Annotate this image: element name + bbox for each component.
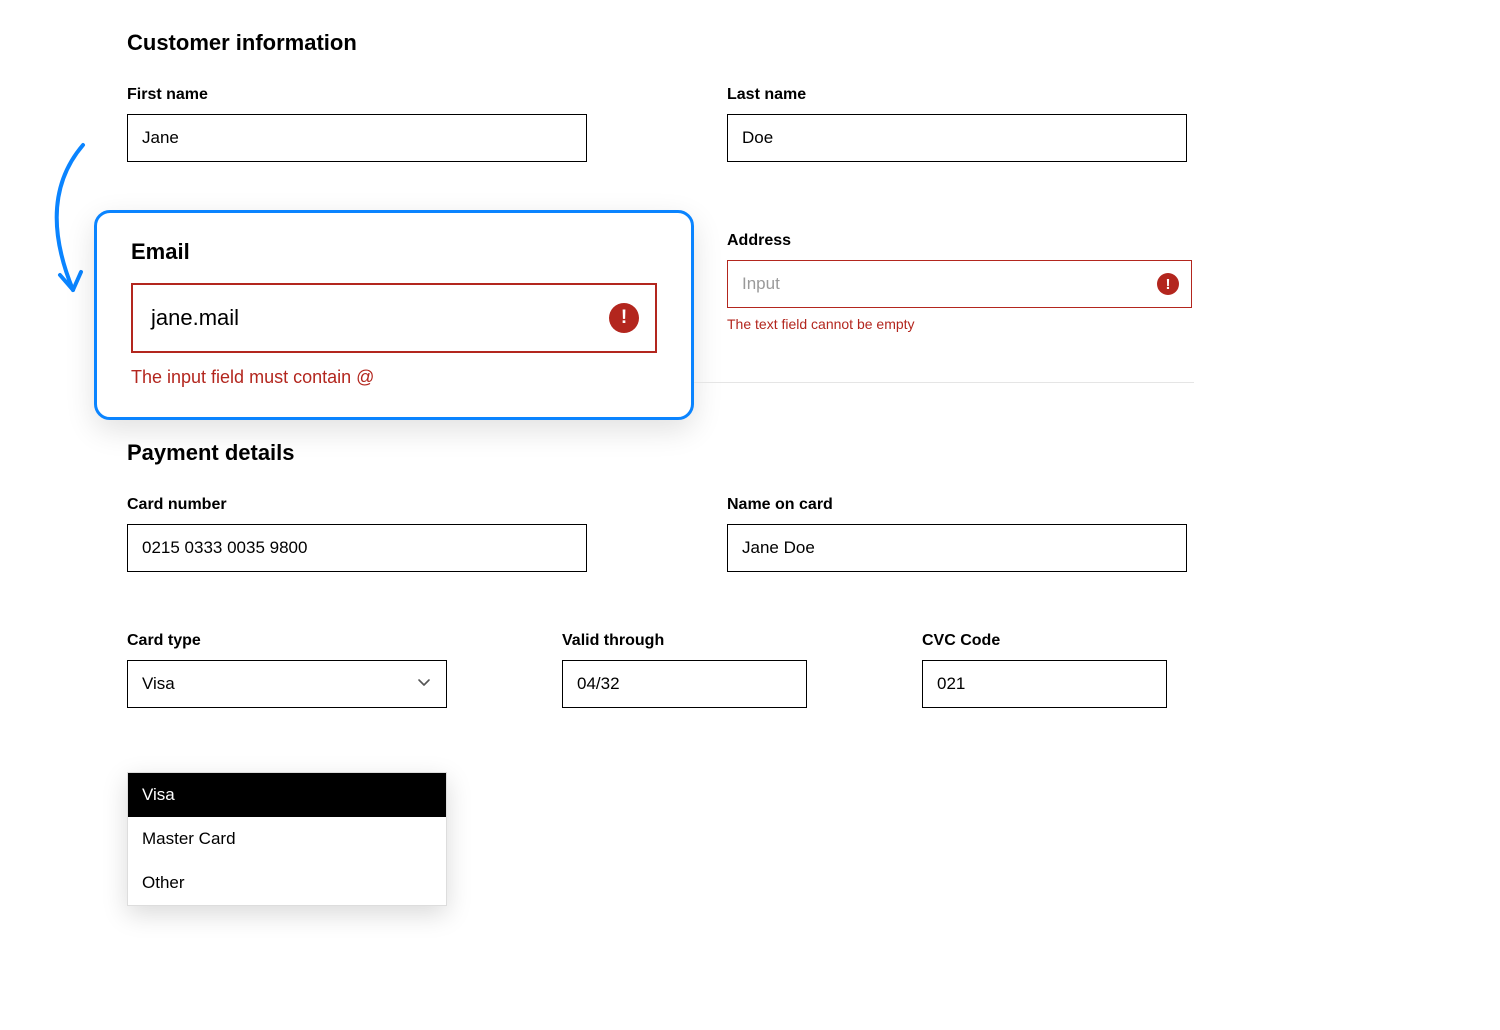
card-number-value: 0215 0333 0035 9800 <box>142 538 307 558</box>
valid-through-value: 04/32 <box>577 674 620 694</box>
cvc-code-input[interactable]: 021 <box>922 660 1167 708</box>
card-number-label: Card number <box>127 496 587 514</box>
last-name-label: Last name <box>727 86 1187 104</box>
card-number-field: Card number 0215 0333 0035 9800 <box>127 496 587 572</box>
last-name-value: Doe <box>742 128 773 148</box>
dropdown-option-visa[interactable]: Visa <box>128 773 446 817</box>
name-on-card-field: Name on card Jane Doe <box>727 496 1187 572</box>
address-placeholder: Input <box>742 274 780 294</box>
error-icon: ! <box>1157 273 1179 295</box>
error-icon: ! <box>609 303 639 333</box>
email-input[interactable]: jane.mail ! <box>131 283 657 353</box>
name-on-card-input[interactable]: Jane Doe <box>727 524 1187 572</box>
address-field: Address Input ! The text field cannot be… <box>727 232 1192 332</box>
dropdown-option-other[interactable]: Other <box>128 861 446 905</box>
card-type-select[interactable]: Visa <box>127 660 447 708</box>
valid-through-input[interactable]: 04/32 <box>562 660 807 708</box>
name-on-card-value: Jane Doe <box>742 538 815 558</box>
email-highlight-card: Email jane.mail ! The input field must c… <box>94 210 694 420</box>
address-label: Address <box>727 232 1192 250</box>
cvc-code-value: 021 <box>937 674 965 694</box>
email-error-text: The input field must contain @ <box>131 367 657 388</box>
first-name-label: First name <box>127 86 587 104</box>
chevron-down-icon <box>416 674 432 695</box>
first-name-field: First name Jane <box>127 86 587 162</box>
valid-through-label: Valid through <box>562 632 807 650</box>
card-type-label: Card type <box>127 632 447 650</box>
section-divider <box>694 382 1194 383</box>
address-error-text: The text field cannot be empty <box>727 316 1192 332</box>
cvc-code-field: CVC Code 021 <box>922 632 1167 708</box>
address-input[interactable]: Input ! <box>727 260 1192 308</box>
card-type-dropdown: Visa Master Card Other <box>127 772 447 906</box>
email-value: jane.mail <box>151 305 239 331</box>
valid-through-field: Valid through 04/32 <box>562 632 807 708</box>
card-number-input[interactable]: 0215 0333 0035 9800 <box>127 524 587 572</box>
last-name-field: Last name Doe <box>727 86 1187 162</box>
dropdown-option-mastercard[interactable]: Master Card <box>128 817 446 861</box>
name-on-card-label: Name on card <box>727 496 1187 514</box>
card-type-field: Card type Visa <box>127 632 447 708</box>
card-type-value: Visa <box>142 674 175 694</box>
email-label: Email <box>131 239 657 265</box>
first-name-input[interactable]: Jane <box>127 114 587 162</box>
payment-section-title: Payment details <box>127 440 1197 466</box>
first-name-value: Jane <box>142 128 179 148</box>
last-name-input[interactable]: Doe <box>727 114 1187 162</box>
customer-section-title: Customer information <box>127 30 1197 56</box>
cvc-code-label: CVC Code <box>922 632 1167 650</box>
